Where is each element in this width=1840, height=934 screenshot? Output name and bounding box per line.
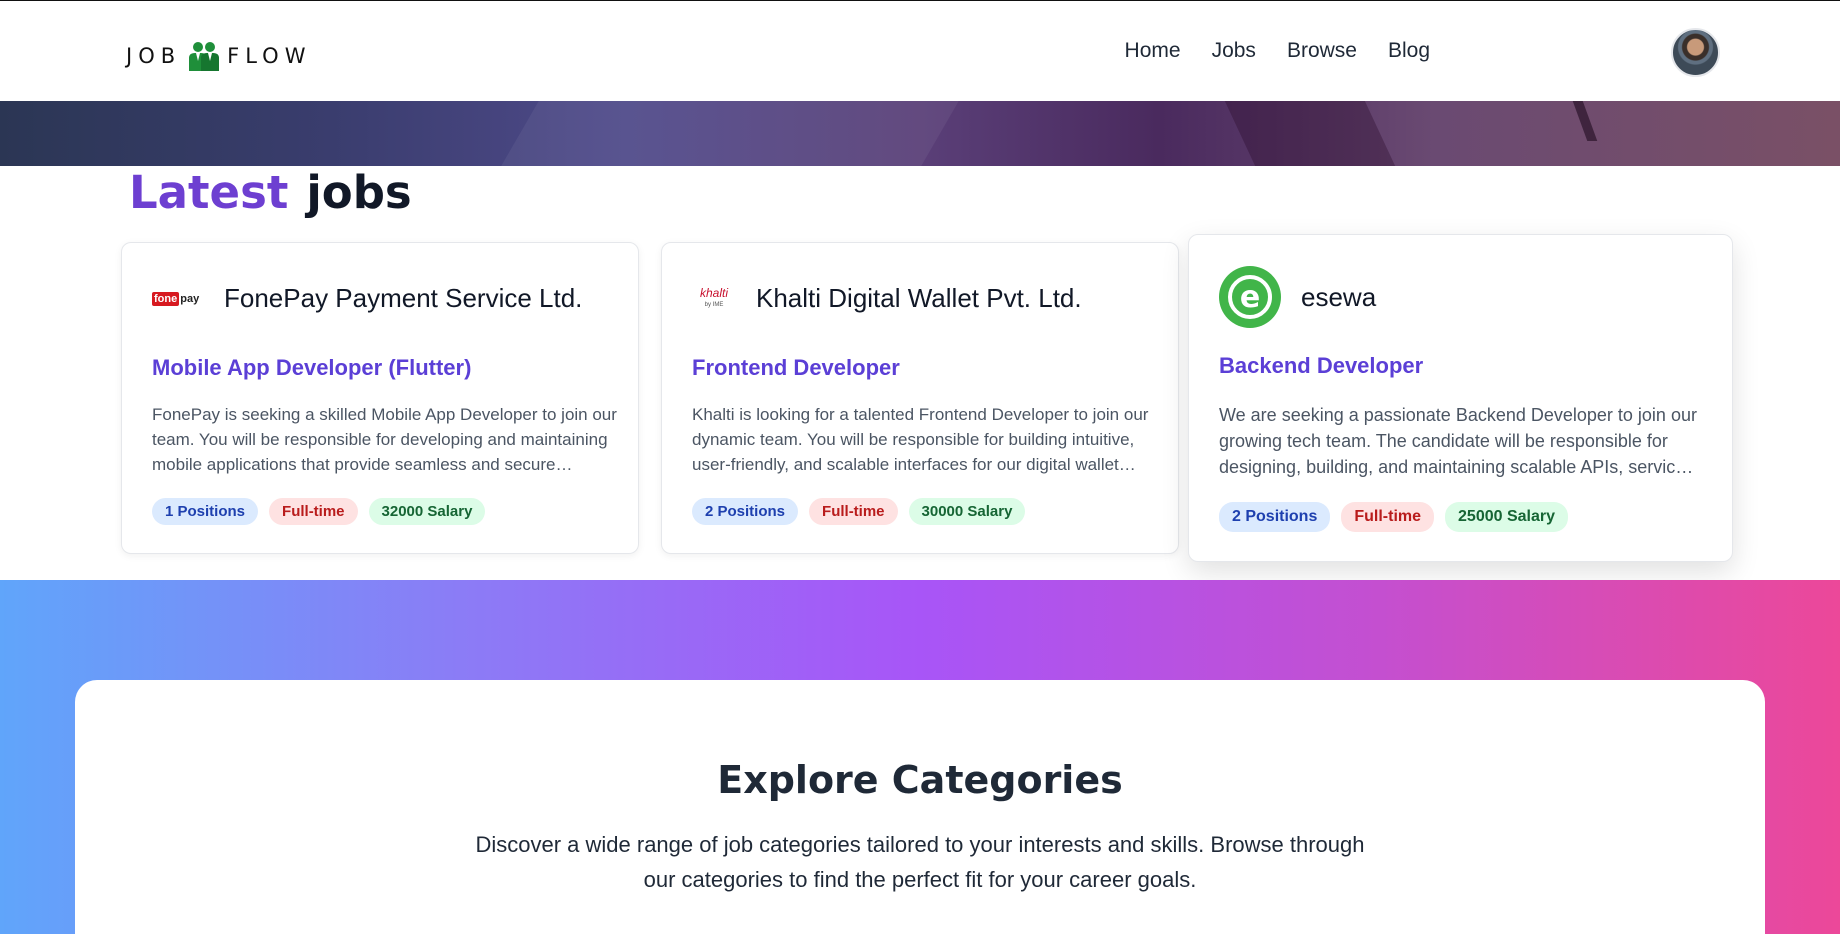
- job-type-badge: Full-time: [269, 498, 358, 525]
- job-title[interactable]: Frontend Developer: [692, 355, 900, 381]
- company-row: fone pay FonePay Payment Service Ltd.: [152, 283, 582, 314]
- company-name: FonePay Payment Service Ltd.: [224, 283, 583, 313]
- site-header: JOB FLOW Home Jobs Browse Blog: [0, 1, 1840, 101]
- nav-jobs-link[interactable]: Jobs: [1212, 39, 1256, 63]
- hero-banner: [0, 101, 1840, 166]
- salary-badge: 32000 Salary: [368, 498, 486, 525]
- nav-home-link[interactable]: Home: [1125, 39, 1181, 63]
- heading-accent: Latest: [129, 166, 289, 219]
- user-avatar[interactable]: [1671, 28, 1720, 77]
- job-card[interactable]: fone pay FonePay Payment Service Ltd. Mob…: [121, 242, 639, 554]
- job-title[interactable]: Mobile App Developer (Flutter): [152, 355, 471, 381]
- brand-logo[interactable]: JOB FLOW: [126, 41, 311, 71]
- brand-text-left: JOB: [126, 44, 182, 68]
- brand-text-right: FLOW: [227, 44, 312, 68]
- company-name: esewa: [1301, 281, 1377, 312]
- people-icon: [189, 42, 220, 71]
- salary-badge: 30000 Salary: [908, 498, 1026, 525]
- company-row: khalti by IME Khalti Digital Wallet Pvt. …: [692, 283, 1082, 314]
- job-tags: 2 Positions Full-time 30000 Salary: [692, 498, 1026, 525]
- company-logo: khalti by IME: [699, 285, 728, 308]
- job-tags: 2 Positions Full-time 25000 Salary: [1219, 502, 1569, 532]
- job-description: FonePay is seeking a skilled Mobile App …: [152, 405, 617, 474]
- job-card[interactable]: e esewa Backend Developer We are seeking…: [1188, 234, 1733, 562]
- job-type-badge: Full-time: [809, 498, 898, 525]
- company-logo: e: [1219, 266, 1281, 328]
- main-nav: Home Jobs Browse Blog: [1125, 39, 1430, 63]
- company-name: Khalti Digital Wallet Pvt. Ltd.: [756, 283, 1082, 313]
- categories-description: Discover a wide range of job categories …: [475, 832, 1365, 892]
- job-description: Khalti is looking for a talented Fronten…: [692, 405, 1149, 474]
- latest-jobs-heading: Latest jobs: [129, 166, 412, 219]
- categories-panel: Explore Categories Discover a wide range…: [75, 680, 1765, 934]
- job-card[interactable]: khalti by IME Khalti Digital Wallet Pvt. …: [661, 242, 1179, 554]
- company-row: e esewa: [1219, 266, 1376, 328]
- job-tags: 1 Positions Full-time 32000 Salary: [152, 498, 486, 525]
- salary-badge: 25000 Salary: [1445, 502, 1569, 532]
- nav-browse-link[interactable]: Browse: [1287, 39, 1357, 63]
- company-logo: fone pay: [152, 291, 200, 306]
- job-type-badge: Full-time: [1341, 502, 1435, 532]
- job-description: We are seeking a passionate Backend Deve…: [1219, 405, 1697, 477]
- positions-badge: 1 Positions: [152, 498, 259, 525]
- categories-title: Explore Categories: [717, 758, 1123, 802]
- job-title[interactable]: Backend Developer: [1219, 353, 1423, 379]
- heading-rest: jobs: [306, 166, 412, 219]
- positions-badge: 2 Positions: [692, 498, 799, 525]
- positions-badge: 2 Positions: [1219, 502, 1331, 532]
- nav-blog-link[interactable]: Blog: [1388, 39, 1430, 63]
